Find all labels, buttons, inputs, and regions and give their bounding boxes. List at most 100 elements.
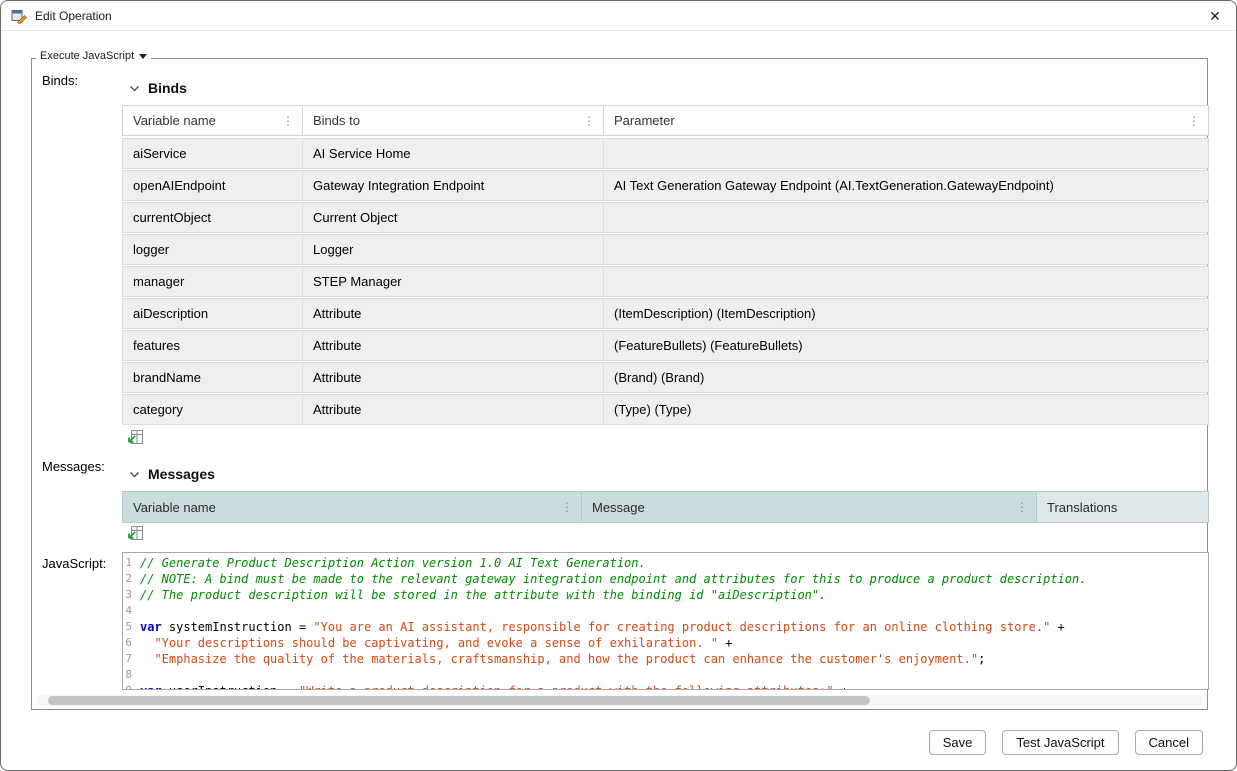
messages-table-header: Variable name⋮ Message ⋮ Translations — [122, 491, 1209, 523]
table-row[interactable]: loggerLogger — [122, 234, 1209, 265]
save-button[interactable]: Save — [929, 730, 987, 755]
line-number: 2 — [123, 571, 140, 587]
horizontal-scrollbar[interactable] — [36, 695, 1203, 706]
code-text: var userInstruction = "Write a product d… — [140, 683, 848, 690]
column-menu-icon[interactable]: ⋮ — [577, 114, 595, 128]
table-row[interactable]: featuresAttribute(FeatureBullets) (Featu… — [122, 330, 1209, 361]
binds-column-header[interactable]: Binds to⋮ — [303, 105, 604, 136]
cell-binds_to[interactable]: Attribute — [303, 394, 604, 425]
cell-parameter[interactable]: (ItemDescription) (ItemDescription) — [604, 298, 1209, 329]
cell-variable[interactable]: manager — [122, 266, 303, 297]
close-icon[interactable]: ✕ — [1200, 3, 1230, 29]
binds-column-header[interactable]: Variable name ⋮ — [122, 105, 303, 136]
editor-line[interactable]: 5var systemInstruction = "You are an AI … — [123, 619, 1208, 635]
cell-parameter[interactable] — [604, 234, 1209, 265]
line-number: 4 — [123, 603, 140, 619]
cell-parameter[interactable]: (Brand) (Brand) — [604, 362, 1209, 393]
column-menu-icon[interactable]: ⋮ — [276, 114, 294, 128]
cell-binds_to[interactable]: AI Service Home — [303, 138, 604, 169]
binds-section-title: Binds — [148, 80, 187, 96]
cell-parameter[interactable] — [604, 138, 1209, 169]
editor-line[interactable]: 3// The product description will be stor… — [123, 587, 1208, 603]
line-number: 1 — [123, 555, 140, 571]
code-text: // NOTE: A bind must be made to the rele… — [140, 571, 1086, 587]
operation-type-label: Execute JavaScript — [40, 50, 134, 62]
cell-binds_to[interactable]: Attribute — [303, 330, 604, 361]
cell-variable[interactable]: currentObject — [122, 202, 303, 233]
messages-table: Variable name⋮ Message ⋮ Translations — [122, 491, 1209, 525]
table-row[interactable]: managerSTEP Manager — [122, 266, 1209, 297]
cell-parameter[interactable] — [604, 266, 1209, 297]
binds-table-body: aiServiceAI Service HomeopenAIEndpointGa… — [122, 138, 1209, 425]
cell-binds_to[interactable]: STEP Manager — [303, 266, 604, 297]
column-header-label: Message — [592, 500, 645, 515]
messages-column-header[interactable]: Variable name⋮ — [122, 491, 582, 523]
editor-line[interactable]: 1// Generate Product Description Action … — [123, 555, 1208, 571]
javascript-editor[interactable]: 1// Generate Product Description Action … — [122, 552, 1209, 690]
table-row[interactable]: openAIEndpointGateway Integration Endpoi… — [122, 170, 1209, 201]
operation-type-dropdown[interactable]: Execute JavaScript — [36, 50, 151, 62]
cell-parameter[interactable]: (Type) (Type) — [604, 394, 1209, 425]
cell-variable[interactable]: openAIEndpoint — [122, 170, 303, 201]
binds-section-toggle[interactable]: Binds — [129, 80, 187, 96]
column-menu-icon[interactable]: ⋮ — [555, 500, 573, 514]
test-javascript-button[interactable]: Test JavaScript — [1002, 730, 1118, 755]
editor-line[interactable]: 4 — [123, 603, 1208, 619]
scrollbar-thumb[interactable] — [48, 696, 870, 705]
table-row[interactable]: aiDescriptionAttribute(ItemDescription) … — [122, 298, 1209, 329]
editor-line[interactable]: 7 "Emphasize the quality of the material… — [123, 651, 1208, 667]
window-title: Edit Operation — [35, 9, 112, 23]
messages-column-header[interactable]: Translations — [1037, 491, 1209, 523]
code-text: // Generate Product Description Action v… — [140, 555, 646, 571]
column-header-label: Parameter — [614, 113, 675, 128]
table-row[interactable]: aiServiceAI Service Home — [122, 138, 1209, 169]
column-menu-icon[interactable]: ⋮ — [1182, 114, 1200, 128]
cell-binds_to[interactable]: Attribute — [303, 298, 604, 329]
binds-column-header[interactable]: Parameter ⋮ — [604, 105, 1209, 136]
editor-line[interactable]: 6 "Your descriptions should be captivati… — [123, 635, 1208, 651]
binds-field-label: Binds: — [42, 73, 78, 88]
line-number: 6 — [123, 635, 140, 651]
open-table-editor-icon[interactable] — [126, 429, 144, 446]
binds-table: Variable name⋮Binds to⋮Parameter⋮ aiServ… — [122, 105, 1209, 426]
editor-line[interactable]: 9var userInstruction = "Write a product … — [123, 683, 1208, 690]
table-row[interactable]: brandNameAttribute(Brand) (Brand) — [122, 362, 1209, 393]
cell-variable[interactable]: features — [122, 330, 303, 361]
cell-variable[interactable]: category — [122, 394, 303, 425]
messages-column-header[interactable]: Message ⋮ — [582, 491, 1037, 523]
messages-section-title: Messages — [148, 466, 215, 482]
titlebar: Edit Operation ✕ — [1, 1, 1236, 31]
cell-binds_to[interactable]: Attribute — [303, 362, 604, 393]
table-row[interactable]: categoryAttribute(Type) (Type) — [122, 394, 1209, 425]
line-number: 9 — [123, 683, 140, 690]
column-header-label: Variable name — [133, 113, 216, 128]
operation-panel: Execute JavaScript Binds: Messages: Java… — [31, 58, 1208, 710]
open-table-editor-icon[interactable] — [126, 525, 144, 542]
messages-section-toggle[interactable]: Messages — [129, 466, 215, 482]
app-icon — [11, 8, 27, 24]
cell-parameter[interactable]: AI Text Generation Gateway Endpoint (AI.… — [604, 170, 1209, 201]
cell-binds_to[interactable]: Gateway Integration Endpoint — [303, 170, 604, 201]
column-menu-icon[interactable]: ⋮ — [1010, 500, 1028, 514]
editor-line[interactable]: 2// NOTE: A bind must be made to the rel… — [123, 571, 1208, 587]
cell-parameter[interactable]: (FeatureBullets) (FeatureBullets) — [604, 330, 1209, 361]
cancel-button[interactable]: Cancel — [1135, 730, 1203, 755]
line-number: 8 — [123, 667, 140, 683]
chevron-down-icon — [139, 54, 147, 59]
cell-variable[interactable]: logger — [122, 234, 303, 265]
messages-field-label: Messages: — [42, 459, 105, 474]
code-text — [140, 667, 147, 683]
cell-variable[interactable]: aiService — [122, 138, 303, 169]
editor-line[interactable]: 8 — [123, 667, 1208, 683]
chevron-down-icon — [129, 85, 140, 92]
cell-variable[interactable]: aiDescription — [122, 298, 303, 329]
code-text: // The product description will be store… — [140, 587, 826, 603]
edit-operation-dialog: Edit Operation ✕ Execute JavaScript Bind… — [0, 0, 1237, 771]
cell-binds_to[interactable]: Logger — [303, 234, 604, 265]
line-number: 3 — [123, 587, 140, 603]
code-text: "Your descriptions should be captivating… — [140, 635, 732, 651]
cell-binds_to[interactable]: Current Object — [303, 202, 604, 233]
table-row[interactable]: currentObjectCurrent Object — [122, 202, 1209, 233]
cell-parameter[interactable] — [604, 202, 1209, 233]
cell-variable[interactable]: brandName — [122, 362, 303, 393]
